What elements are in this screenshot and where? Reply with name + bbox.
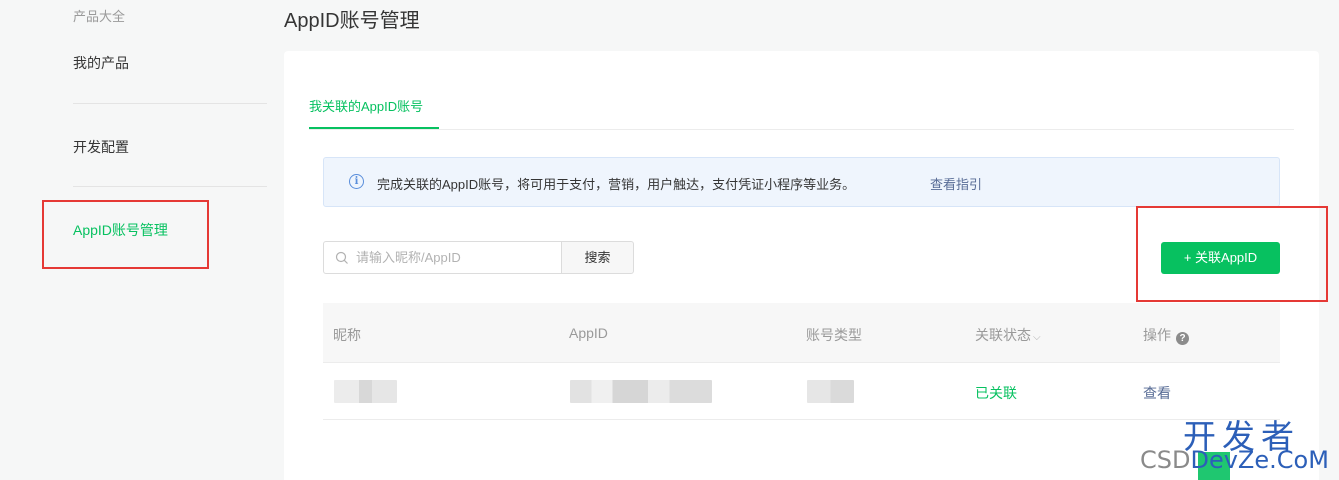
page-title: AppID账号管理: [284, 10, 420, 32]
tab-linked-appid[interactable]: 我关联的AppID账号: [309, 96, 423, 115]
column-header-nickname: 昵称: [333, 327, 361, 343]
view-guide-link[interactable]: 查看指引: [930, 174, 982, 193]
highlight-box-sidebar: [42, 200, 209, 269]
highlight-box-link-button: [1136, 206, 1328, 302]
help-icon[interactable]: ?: [1176, 332, 1189, 345]
column-header-appid: AppID: [569, 325, 608, 341]
redacted-account-type: [807, 380, 854, 403]
column-header-actions: 操作?: [1143, 325, 1189, 345]
sidebar-item-dev-config[interactable]: 开发配置: [73, 137, 129, 157]
sidebar-divider: [73, 103, 267, 104]
sidebar-item-my-products[interactable]: 我的产品: [73, 53, 129, 73]
column-header-account-type: 账号类型: [806, 327, 862, 343]
search-icon: [335, 251, 348, 264]
column-header-link-status[interactable]: 关联状态 ⌵: [975, 325, 1041, 345]
table-header: 昵称 AppID 账号类型 关联状态 ⌵ 操作?: [323, 303, 1280, 363]
redacted-nickname: [334, 380, 397, 403]
watermark-brand: CSDDevZe.CoM: [1140, 446, 1329, 474]
table-row: 已关联 查看: [323, 363, 1280, 420]
sidebar: 产品大全 我的产品 开发配置 AppID账号管理: [0, 0, 275, 480]
page: 产品大全 我的产品 开发配置 AppID账号管理 AppID账号管理 我关联的A…: [0, 0, 1339, 480]
search-box: [323, 241, 562, 274]
watermark-brand-name: DevZe.CoM: [1190, 446, 1329, 474]
info-notice: i 完成关联的AppID账号，将可用于支付，营销，用户触达，支付凭证小程序等业务…: [323, 157, 1280, 207]
watermark-prefix: CSD: [1140, 446, 1191, 474]
column-header-link-status-label: 关联状态: [975, 327, 1031, 343]
link-status-value: 已关联: [975, 385, 1017, 401]
column-header-actions-label: 操作: [1143, 327, 1171, 343]
search-button[interactable]: 搜索: [561, 241, 634, 274]
view-link[interactable]: 查看: [1143, 383, 1171, 403]
search-input[interactable]: [356, 242, 556, 273]
info-icon: i: [349, 174, 364, 189]
sidebar-item-product-catalog[interactable]: 产品大全: [73, 6, 125, 25]
sidebar-divider: [73, 186, 267, 187]
redacted-appid: [570, 380, 712, 403]
notice-text: 完成关联的AppID账号，将可用于支付，营销，用户触达，支付凭证小程序等业务。: [377, 177, 856, 192]
chevron-down-icon[interactable]: ⌵: [1033, 332, 1041, 343]
tab-bar-divider: [309, 129, 1294, 130]
